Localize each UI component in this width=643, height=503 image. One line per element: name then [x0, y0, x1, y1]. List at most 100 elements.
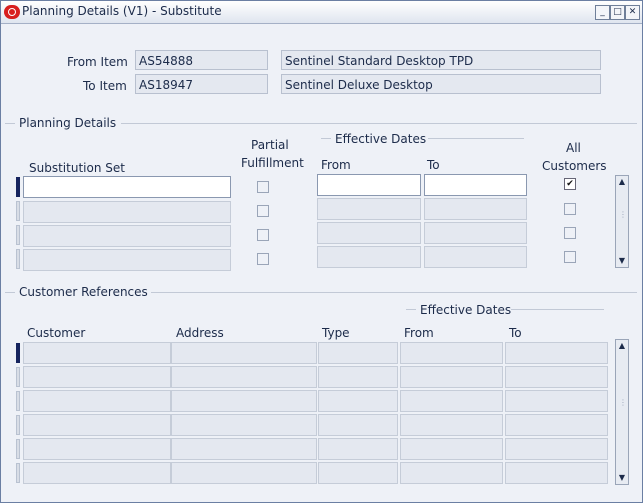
from-item-description[interactable]: Sentinel Standard Desktop TPD: [281, 50, 601, 70]
row-indicator[interactable]: [16, 201, 20, 221]
maximize-icon[interactable]: □: [610, 5, 625, 20]
close-icon[interactable]: ✕: [625, 5, 640, 20]
customer-input[interactable]: [23, 342, 171, 364]
row-indicator[interactable]: [16, 343, 20, 363]
all-customers-checkbox[interactable]: [564, 203, 576, 215]
type-input[interactable]: [318, 414, 398, 436]
row-indicator[interactable]: [16, 415, 20, 435]
customer-to-input[interactable]: [505, 366, 608, 388]
type-input[interactable]: [318, 342, 398, 364]
effective-dates-rule: [321, 138, 331, 139]
planning-details-window: Planning Details (V1) - Substitute _ □ ✕…: [0, 0, 643, 503]
from-item-field[interactable]: AS54888: [135, 50, 268, 70]
all-customers-checkbox[interactable]: [564, 227, 576, 239]
to-date-input[interactable]: [424, 246, 527, 268]
customer-to-input[interactable]: [505, 342, 608, 364]
to-date-input[interactable]: [424, 222, 527, 244]
row-indicator[interactable]: [16, 177, 20, 197]
row-indicator[interactable]: [16, 225, 20, 245]
all-customers-header-line2: Customers: [542, 159, 607, 173]
to-date-input[interactable]: [424, 198, 527, 220]
customer-input[interactable]: [23, 366, 171, 388]
substitution-set-header: Substitution Set: [29, 161, 125, 175]
planning-details-title: Planning Details: [19, 116, 117, 130]
customer-effective-dates-header: Effective Dates: [420, 303, 512, 317]
customer-input[interactable]: [23, 438, 171, 460]
customer-to-input[interactable]: [505, 390, 608, 412]
customer-from-input[interactable]: [400, 438, 503, 460]
type-input[interactable]: [318, 462, 398, 484]
section-rule: [121, 123, 637, 124]
partial-fulfillment-checkbox[interactable]: [257, 253, 269, 265]
to-item-description[interactable]: Sentinel Deluxe Desktop: [281, 74, 601, 94]
scroll-up-icon[interactable]: ▲: [617, 177, 627, 187]
row-indicator[interactable]: [16, 463, 20, 483]
scroll-down-icon[interactable]: ▼: [617, 473, 627, 483]
effective-dates-rule: [511, 309, 604, 310]
to-date-input[interactable]: [424, 174, 527, 196]
section-rule: [5, 292, 15, 293]
address-input[interactable]: [171, 366, 317, 388]
to-item-label: To Item: [83, 79, 127, 93]
section-rule: [151, 292, 637, 293]
from-date-input[interactable]: [317, 174, 421, 196]
scroll-down-icon[interactable]: ▼: [617, 256, 627, 266]
window-title: Planning Details (V1) - Substitute: [22, 4, 222, 18]
customer-input[interactable]: [23, 414, 171, 436]
scroll-up-icon[interactable]: ▲: [617, 341, 627, 351]
customer-from-input[interactable]: [400, 366, 503, 388]
address-input[interactable]: [171, 414, 317, 436]
customer-scrollbar[interactable]: ▲ ⋮ ▼: [615, 339, 629, 485]
customer-from-input[interactable]: [400, 414, 503, 436]
customer-input[interactable]: [23, 390, 171, 412]
to-item-field[interactable]: AS18947: [135, 74, 268, 94]
effective-dates-rule: [428, 138, 524, 139]
substitution-set-input[interactable]: [23, 176, 231, 198]
from-date-input[interactable]: [317, 246, 421, 268]
address-input[interactable]: [171, 390, 317, 412]
oracle-logo-icon: [4, 5, 20, 19]
customer-to-input[interactable]: [505, 462, 608, 484]
customer-to-input[interactable]: [505, 414, 608, 436]
planning-scrollbar[interactable]: ▲ ⋮ ▼: [615, 175, 629, 268]
customer-to-header: To: [509, 326, 522, 340]
customer-from-input[interactable]: [400, 390, 503, 412]
substitution-set-input[interactable]: [23, 201, 231, 223]
effective-dates-header: Effective Dates: [335, 132, 427, 146]
substitution-set-input[interactable]: [23, 225, 231, 247]
row-indicator[interactable]: [16, 367, 20, 387]
type-header: Type: [322, 326, 350, 340]
all-customers-header-line1: All: [566, 141, 581, 155]
partial-fulfillment-checkbox[interactable]: [257, 229, 269, 241]
title-bar: Planning Details (V1) - Substitute _ □ ✕: [1, 1, 642, 24]
partial-header-line2: Fulfillment: [241, 156, 304, 170]
scroll-grip-icon[interactable]: ⋮: [619, 211, 627, 230]
scroll-grip-icon[interactable]: ⋮: [619, 399, 627, 418]
from-date-input[interactable]: [317, 222, 421, 244]
customer-input[interactable]: [23, 462, 171, 484]
row-indicator[interactable]: [16, 439, 20, 459]
type-input[interactable]: [318, 366, 398, 388]
row-indicator[interactable]: [16, 391, 20, 411]
substitution-set-input[interactable]: [23, 249, 231, 271]
from-date-header: From: [321, 158, 351, 172]
address-input[interactable]: [171, 462, 317, 484]
section-rule: [5, 123, 15, 124]
type-input[interactable]: [318, 438, 398, 460]
address-input[interactable]: [171, 342, 317, 364]
customer-from-header: From: [404, 326, 434, 340]
customer-from-input[interactable]: [400, 462, 503, 484]
partial-fulfillment-checkbox[interactable]: [257, 205, 269, 217]
address-input[interactable]: [171, 438, 317, 460]
customer-to-input[interactable]: [505, 438, 608, 460]
type-input[interactable]: [318, 390, 398, 412]
address-header: Address: [176, 326, 224, 340]
all-customers-checkbox[interactable]: ✔: [564, 178, 576, 190]
from-date-input[interactable]: [317, 198, 421, 220]
minimize-icon[interactable]: _: [595, 5, 610, 20]
customer-from-input[interactable]: [400, 342, 503, 364]
row-indicator[interactable]: [16, 249, 20, 269]
all-customers-checkbox[interactable]: [564, 251, 576, 263]
partial-fulfillment-checkbox[interactable]: [257, 181, 269, 193]
effective-dates-rule: [406, 309, 416, 310]
